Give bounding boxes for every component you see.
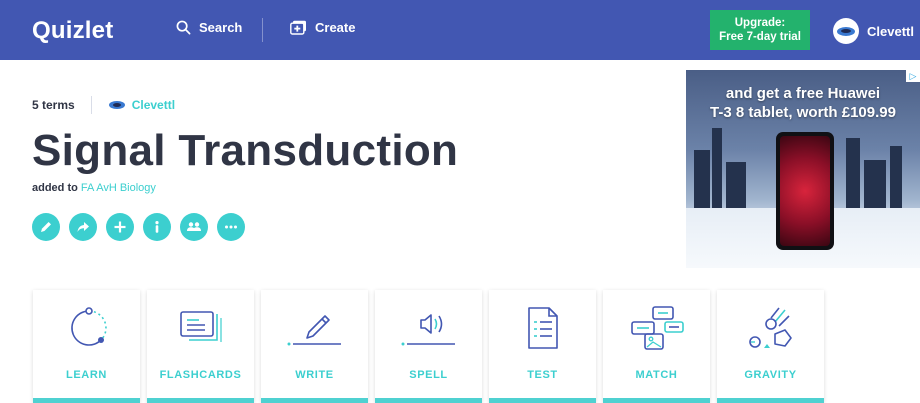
- mode-label: WRITE: [295, 369, 334, 381]
- ad-line-2: T-3 8 tablet, worth £109.99: [710, 104, 896, 121]
- study-modes: LEARN FLASHCARDS WRITE SPELL TEST MATCH …: [33, 290, 831, 403]
- more-icon: [225, 225, 237, 229]
- mode-test[interactable]: TEST: [489, 290, 596, 403]
- info-icon: [155, 221, 159, 233]
- create-set-icon: [290, 20, 306, 35]
- user-menu[interactable]: Clevettl: [833, 18, 920, 44]
- ad-text: and get a free Huawei T-3 8 tablet, wort…: [686, 84, 920, 122]
- mode-flashcards[interactable]: FLASHCARDS: [147, 290, 254, 403]
- mode-learn[interactable]: LEARN: [33, 290, 140, 403]
- added-to-folder: added to FA AvH Biology: [32, 182, 156, 194]
- learn-icon: [70, 307, 107, 346]
- advertisement[interactable]: and get a free Huawei T-3 8 tablet, wort…: [686, 70, 920, 268]
- edit-button[interactable]: [32, 213, 60, 241]
- mode-label: SPELL: [409, 369, 448, 381]
- mode-label: GRAVITY: [744, 369, 797, 381]
- spell-icon: [401, 314, 455, 346]
- create-label: Create: [315, 20, 356, 35]
- top-navigation-bar: Quizlet Search Create Upgrade: Free 7-da…: [0, 0, 920, 60]
- term-count: 5 terms: [32, 98, 75, 112]
- pencil-icon: [41, 222, 51, 232]
- mode-label: MATCH: [635, 369, 678, 381]
- mode-match[interactable]: MATCH: [603, 290, 710, 403]
- gravity-icon: [748, 307, 792, 348]
- more-button[interactable]: [217, 213, 245, 241]
- match-icon: [630, 306, 684, 350]
- search-button[interactable]: Search: [176, 20, 242, 35]
- folder-link[interactable]: FA AvH Biology: [81, 182, 156, 194]
- mode-write[interactable]: WRITE: [261, 290, 368, 403]
- mode-label: LEARN: [66, 369, 107, 381]
- added-prefix: added to: [32, 182, 78, 194]
- search-label: Search: [199, 20, 243, 35]
- avatar: [833, 18, 859, 44]
- add-to-folder-button[interactable]: [106, 213, 134, 241]
- mode-spell[interactable]: SPELL: [375, 290, 482, 403]
- upgrade-line-1: Upgrade:: [734, 17, 786, 29]
- people-icon: [187, 222, 201, 231]
- nav-divider: [262, 18, 263, 42]
- page-title: Signal Transduction: [32, 126, 459, 175]
- ad-choices-icon[interactable]: ▷: [906, 70, 920, 82]
- create-button[interactable]: Create: [290, 20, 355, 35]
- share-icon: [77, 222, 89, 232]
- test-icon: [527, 307, 558, 349]
- write-icon: [287, 315, 341, 346]
- mode-label: TEST: [527, 369, 558, 381]
- upgrade-button[interactable]: Upgrade: Free 7-day trial: [710, 10, 810, 50]
- flashcards-icon: [179, 311, 222, 342]
- creator-link[interactable]: Clevettl: [132, 98, 175, 112]
- search-icon: [176, 20, 191, 35]
- ad-phone-image: [776, 132, 834, 250]
- username: Clevettl: [867, 23, 914, 39]
- mode-gravity[interactable]: GRAVITY: [717, 290, 824, 403]
- quizlet-logo[interactable]: Quizlet: [32, 17, 113, 45]
- set-meta: 5 terms Clevettl: [32, 96, 175, 114]
- share-button[interactable]: [69, 213, 97, 241]
- info-button[interactable]: [143, 213, 171, 241]
- add-to-class-button[interactable]: [180, 213, 208, 241]
- set-actions: [32, 213, 254, 241]
- ad-line-1: and get a free Huawei: [725, 85, 881, 102]
- upgrade-line-2: Free 7-day trial: [719, 31, 801, 43]
- mode-label: FLASHCARDS: [159, 369, 242, 381]
- creator-avatar: [107, 96, 126, 114]
- plus-icon: [114, 221, 126, 233]
- meta-divider: [90, 96, 92, 114]
